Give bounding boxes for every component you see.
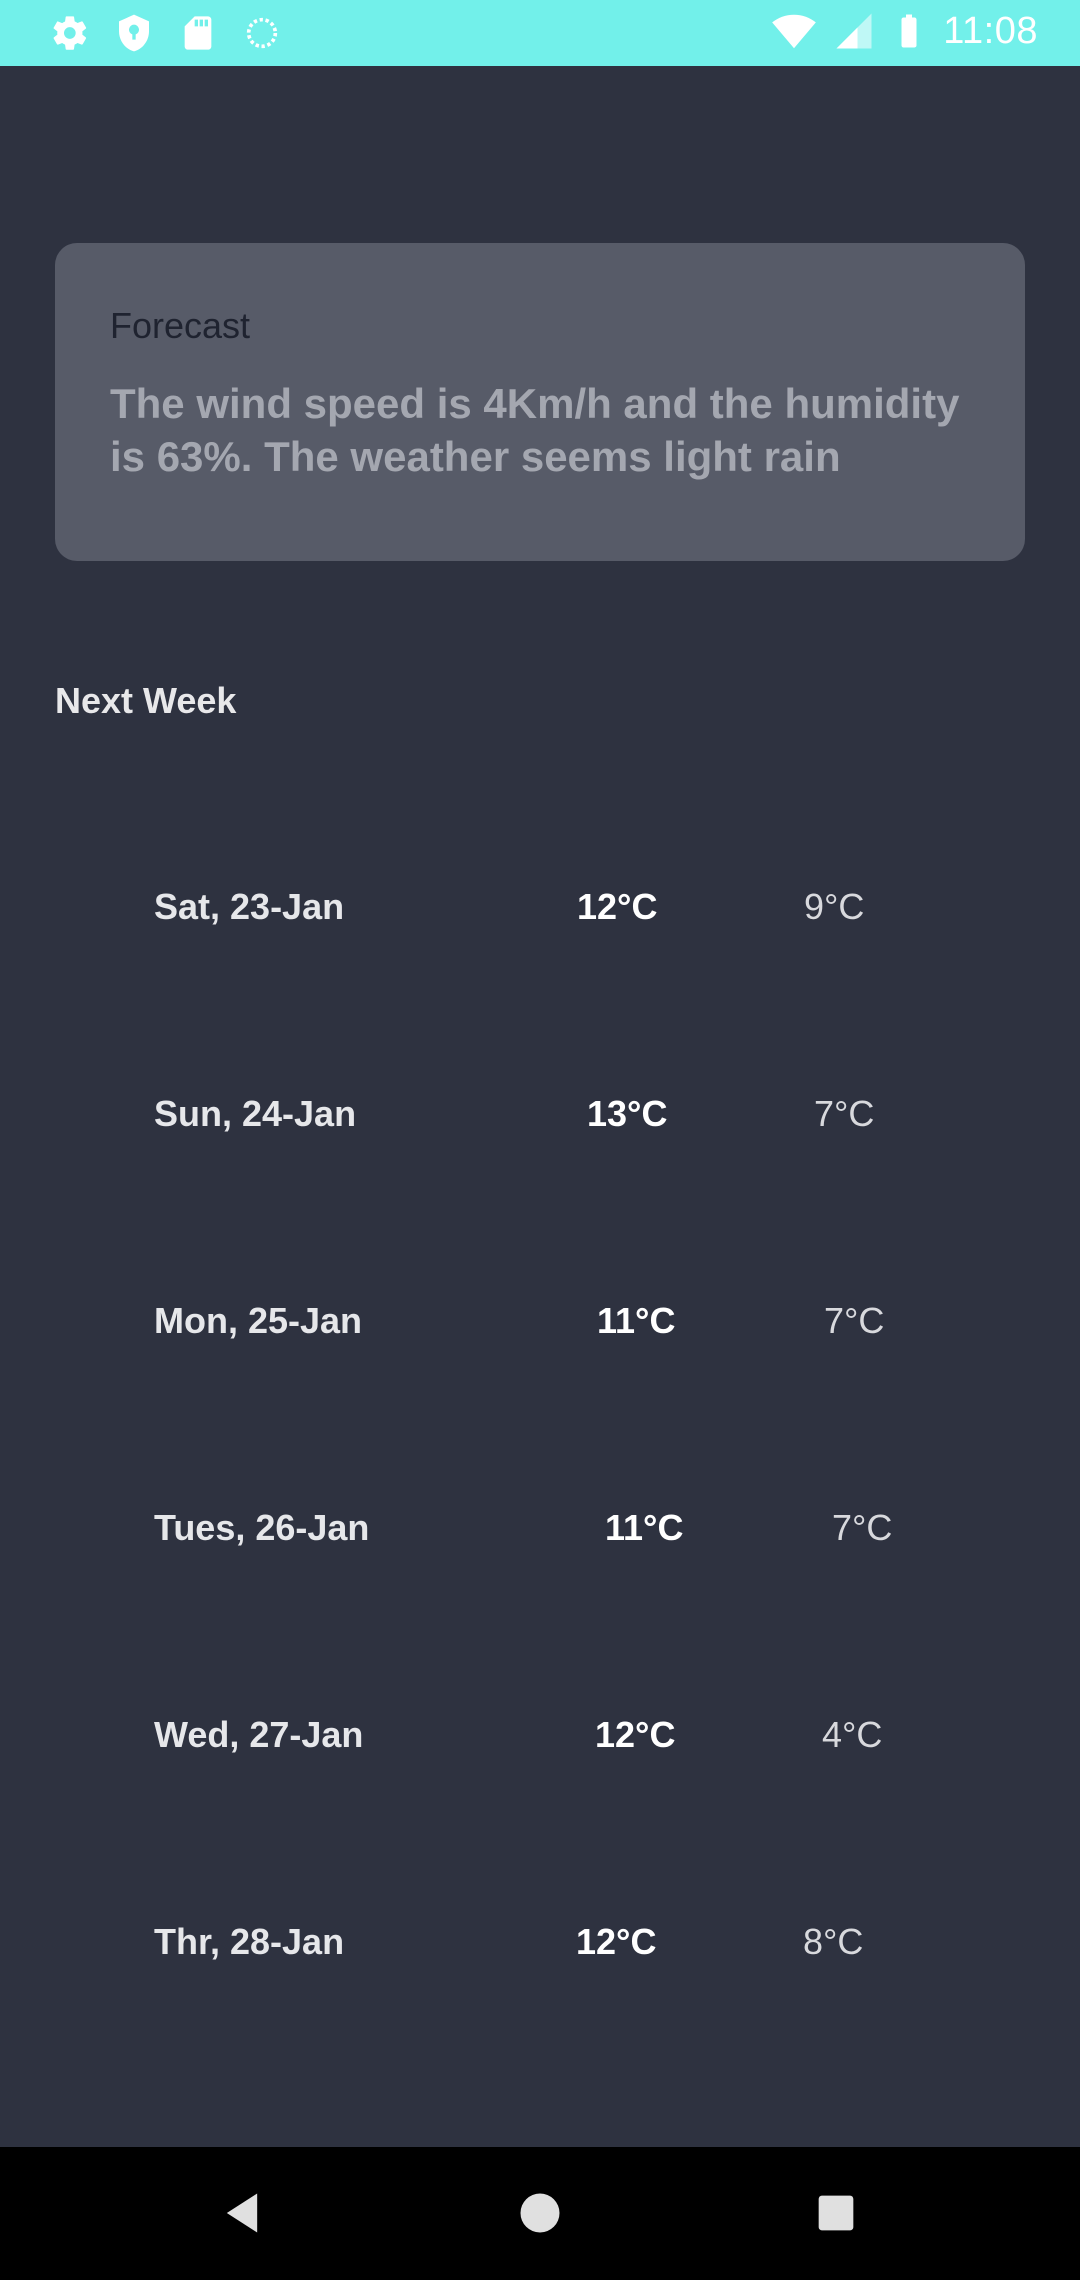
home-icon[interactable] xyxy=(514,2187,566,2239)
day-high-temp: 13°C xyxy=(587,1093,668,1134)
day-high-temp: 11°C xyxy=(597,1300,676,1341)
forecast-description: The wind speed is 4Km/h and the humidity… xyxy=(110,380,960,480)
status-bar-system-icons: 11:08 xyxy=(771,8,1038,54)
status-bar: 11:08 xyxy=(0,0,1080,66)
back-icon[interactable] xyxy=(216,2187,268,2239)
forecast-card: Forecast The wind speed is 4Km/h and the… xyxy=(55,243,1025,561)
day-low-temp: 4°C xyxy=(822,1714,883,1755)
day-row: Wed, 27-Jan 12°C 4°C xyxy=(0,1714,1080,1774)
sd-card-icon xyxy=(184,16,212,50)
day-high-temp: 12°C xyxy=(577,886,658,927)
sync-icon xyxy=(246,17,278,49)
day-low-temp: 9°C xyxy=(804,886,865,927)
day-row: Sat, 23-Jan 12°C 9°C xyxy=(0,886,1080,946)
day-row: Mon, 25-Jan 11°C 7°C xyxy=(0,1300,1080,1360)
battery-icon xyxy=(901,14,917,48)
day-high-temp: 11°C xyxy=(605,1507,684,1548)
status-bar-clock: 11:08 xyxy=(943,9,1038,52)
day-row: Tues, 26-Jan 11°C 7°C xyxy=(0,1507,1080,1567)
day-date: Sun, 24-Jan xyxy=(154,1093,357,1134)
day-high-temp: 12°C xyxy=(576,1921,657,1962)
day-row: Sun, 24-Jan 13°C 7°C xyxy=(0,1093,1080,1153)
day-date: Mon, 25-Jan xyxy=(154,1300,363,1341)
day-date: Tues, 26-Jan xyxy=(154,1507,370,1548)
wifi-icon xyxy=(772,14,817,49)
day-date: Sat, 23-Jan xyxy=(154,886,345,927)
day-date: Thr, 28-Jan xyxy=(154,1921,345,1962)
recents-icon[interactable] xyxy=(810,2187,862,2239)
day-high-temp: 12°C xyxy=(595,1714,676,1755)
status-bar-notification-icons xyxy=(50,13,282,53)
navigation-bar xyxy=(0,2147,1080,2280)
day-low-temp: 7°C xyxy=(814,1093,875,1134)
forecast-title: Forecast xyxy=(110,305,251,346)
day-date: Wed, 27-Jan xyxy=(154,1714,364,1755)
day-low-temp: 7°C xyxy=(832,1507,893,1548)
settings-icon xyxy=(53,16,87,50)
shield-icon xyxy=(119,14,149,52)
day-low-temp: 7°C xyxy=(824,1300,885,1341)
day-row: Thr, 28-Jan 12°C 8°C xyxy=(0,1921,1080,1981)
next-week-heading: Next Week xyxy=(55,680,237,721)
cell-signal-icon xyxy=(836,13,872,49)
day-low-temp: 8°C xyxy=(803,1921,864,1962)
